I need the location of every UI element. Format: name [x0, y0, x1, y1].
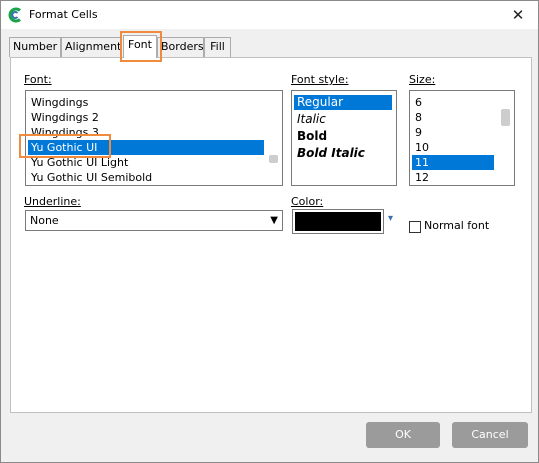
size-label-text: Size: [409, 73, 436, 86]
font-list-item[interactable]: Wingdings 2 [28, 110, 264, 125]
close-icon[interactable]: ✕ [504, 4, 532, 26]
color-picker[interactable] [292, 209, 384, 234]
color-dropdown-icon[interactable]: ▾ [388, 213, 393, 224]
tab-fill[interactable]: Fill [204, 37, 231, 57]
size-list-item[interactable]: 9 [412, 125, 494, 140]
size-list-item[interactable]: 8 [412, 110, 494, 125]
font-style-item[interactable]: Italic [294, 112, 392, 127]
font-list-scrollbar[interactable] [265, 92, 281, 184]
ok-button[interactable]: OK [366, 422, 440, 448]
font-list-item[interactable]: Wingdings [28, 95, 264, 110]
tab-borders[interactable]: Borders [157, 37, 204, 57]
font-style-item[interactable]: Bold Italic [294, 146, 392, 161]
size-scroll-thumb[interactable] [501, 109, 510, 126]
normal-font-label[interactable]: Normal font [424, 219, 489, 232]
font-style-item-selected[interactable]: Regular [294, 95, 392, 110]
font-tab-panel: Font: Wingdings Wingdings 2 Wingdings 3 … [10, 57, 532, 413]
size-list-item[interactable]: 6 [412, 95, 494, 110]
tab-font[interactable]: Font [123, 35, 157, 58]
window-title: Format Cells [29, 8, 98, 21]
font-style-label-text: Font style: [291, 73, 349, 86]
chevron-down-icon[interactable]: ▼ [270, 211, 278, 230]
size-label: Size: [409, 73, 435, 86]
size-list-scrollbar[interactable] [497, 92, 513, 184]
underline-label-text: Underline: [24, 195, 81, 208]
color-label: Color: [291, 195, 323, 208]
size-list-item[interactable]: 10 [412, 140, 494, 155]
underline-value: None [30, 214, 59, 227]
font-list-item[interactable]: Yu Gothic UI Light [28, 155, 264, 170]
format-cells-dialog: Format Cells ✕ Number Alignment Font Bor… [0, 0, 539, 463]
font-list-item[interactable]: Yu Gothic UI Semibold [28, 170, 264, 185]
font-listbox[interactable]: Wingdings Wingdings 2 Wingdings 3 Yu Got… [25, 90, 283, 186]
font-scroll-thumb[interactable] [269, 155, 278, 163]
font-label: Font: [24, 73, 52, 86]
underline-label: Underline: [24, 195, 81, 208]
font-list-item-selected[interactable]: Yu Gothic UI [28, 140, 264, 155]
font-style-label: Font style: [291, 73, 349, 86]
color-swatch [295, 212, 381, 231]
underline-dropdown[interactable]: None ▼ [25, 210, 283, 231]
font-style-listbox[interactable]: Regular Italic Bold Bold Italic [291, 90, 397, 186]
normal-font-checkbox[interactable] [409, 221, 421, 233]
tab-alignment[interactable]: Alignment [61, 37, 122, 57]
color-label-text: Color: [291, 195, 324, 208]
size-list-item[interactable]: 12 [412, 170, 494, 185]
font-label-text: Font: [24, 73, 52, 86]
size-list-item-selected[interactable]: 11 [412, 155, 494, 170]
app-logo-icon [8, 7, 21, 23]
cancel-button[interactable]: Cancel [452, 422, 528, 448]
font-style-item[interactable]: Bold [294, 129, 392, 144]
size-listbox[interactable]: 6 8 9 10 11 12 [409, 90, 515, 186]
title-bar: Format Cells ✕ [1, 1, 538, 29]
tab-number[interactable]: Number [9, 37, 61, 57]
font-list-item[interactable]: Wingdings 3 [28, 125, 264, 140]
